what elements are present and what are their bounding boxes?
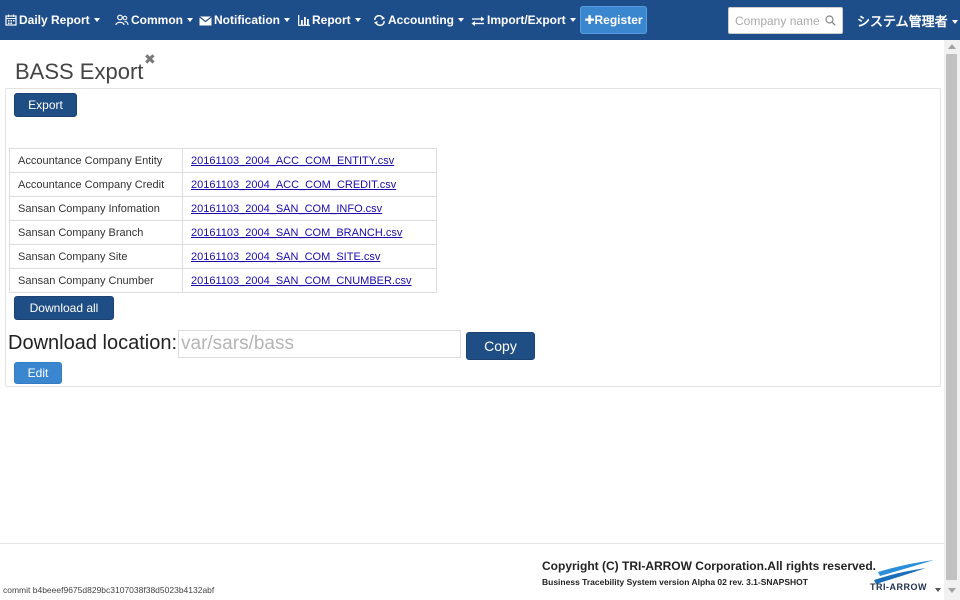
- scroll-down-arrow-icon[interactable]: [948, 588, 956, 593]
- file-download-link[interactable]: 20161103_2004_SAN_COM_BRANCH.csv: [191, 227, 402, 239]
- user-menu-label: システム管理者: [857, 15, 948, 30]
- table-row: Accountance Company Credit 20161103_2004…: [9, 172, 437, 197]
- scrollbar-thumb[interactable]: [946, 54, 957, 580]
- export-files-table: Accountance Company Entity 20161103_2004…: [9, 148, 437, 293]
- file-type-cell: Accountance Company Entity: [9, 148, 183, 173]
- file-download-link[interactable]: 20161103_2004_SAN_COM_SITE.csv: [191, 251, 380, 263]
- nav-report-label: Report: [312, 13, 351, 27]
- nav-notification[interactable]: Notification: [199, 12, 290, 28]
- chevron-down-icon: [951, 20, 958, 24]
- copyright-text: Copyright (C) TRI-ARROW Corporation.All …: [542, 559, 877, 573]
- user-menu[interactable]: システム管理者: [857, 11, 958, 30]
- version-text: Business Tracebility System version Alph…: [542, 577, 808, 587]
- table-row: Sansan Company Infomation 20161103_2004_…: [9, 196, 437, 221]
- top-navbar: Daily Report Common Notification Report …: [0, 0, 960, 40]
- company-search: [728, 7, 843, 34]
- table-row: Accountance Company Entity 20161103_2004…: [9, 148, 437, 173]
- file-type-cell: Sansan Company Infomation: [9, 196, 183, 221]
- chevron-down-icon[interactable]: [935, 588, 941, 592]
- chevron-down-icon: [569, 18, 576, 22]
- search-icon[interactable]: [825, 15, 836, 26]
- chevron-down-icon: [93, 18, 100, 22]
- commit-hash: commit b4beeef9675d829bc3107038f38d5023b…: [3, 585, 215, 595]
- vertical-scrollbar[interactable]: [944, 40, 960, 600]
- file-type-cell: Accountance Company Credit: [9, 172, 183, 197]
- file-type-cell: Sansan Company Cnumber: [9, 268, 183, 293]
- scroll-up-arrow-icon[interactable]: [948, 44, 956, 49]
- chevron-down-icon: [284, 18, 290, 22]
- file-download-link[interactable]: 20161103_2004_SAN_COM_CNUMBER.csv: [191, 275, 412, 287]
- nav-common-label: Common: [131, 13, 183, 27]
- table-row: Sansan Company Branch 20161103_2004_SAN_…: [9, 220, 437, 245]
- chevron-down-icon: [187, 18, 193, 22]
- close-icon[interactable]: ✖: [144, 52, 156, 66]
- register-button-label: Register: [594, 13, 643, 27]
- edit-button[interactable]: Edit: [14, 362, 62, 384]
- footer-divider: [0, 543, 944, 544]
- users-icon: [115, 14, 129, 26]
- plus-icon: ✚: [584, 13, 595, 27]
- page-title: BASS Export: [15, 59, 144, 84]
- logo-wordmark: TRI-ARROW: [870, 582, 927, 592]
- copy-button[interactable]: Copy: [466, 332, 535, 360]
- nav-import-export-label: Import/Export: [487, 13, 566, 27]
- download-location-label: Download location:: [8, 332, 177, 354]
- nav-daily-report-label: Daily Report: [19, 13, 90, 27]
- envelope-icon: [199, 16, 212, 26]
- exchange-icon: [374, 15, 385, 26]
- bar-chart-icon: [298, 15, 310, 26]
- nav-import-export[interactable]: Import/Export: [471, 12, 576, 28]
- nav-report[interactable]: Report: [298, 12, 361, 28]
- download-location-input[interactable]: [178, 330, 461, 358]
- file-download-link[interactable]: 20161103_2004_ACC_COM_ENTITY.csv: [191, 155, 394, 167]
- chevron-down-icon: [354, 18, 361, 22]
- file-type-cell: Sansan Company Branch: [9, 220, 183, 245]
- company-search-input[interactable]: [729, 8, 823, 33]
- register-button[interactable]: ✚Register: [580, 6, 647, 34]
- nav-notification-label: Notification: [214, 13, 280, 27]
- chevron-down-icon: [458, 18, 464, 22]
- transfer-icon: [471, 16, 485, 26]
- calendar-icon: [5, 14, 17, 26]
- download-all-button[interactable]: Download all: [14, 296, 114, 320]
- table-row: Sansan Company Site 20161103_2004_SAN_CO…: [9, 244, 437, 269]
- file-download-link[interactable]: 20161103_2004_SAN_COM_INFO.csv: [191, 203, 382, 215]
- table-row: Sansan Company Cnumber 20161103_2004_SAN…: [9, 268, 437, 293]
- nav-common[interactable]: Common: [115, 12, 193, 28]
- export-button[interactable]: Export: [14, 93, 77, 117]
- file-type-cell: Sansan Company Site: [9, 244, 183, 269]
- file-download-link[interactable]: 20161103_2004_ACC_COM_CREDIT.csv: [191, 179, 396, 191]
- nav-daily-report[interactable]: Daily Report: [5, 12, 100, 28]
- nav-accounting[interactable]: Accounting: [373, 12, 464, 28]
- nav-accounting-label: Accounting: [388, 13, 454, 27]
